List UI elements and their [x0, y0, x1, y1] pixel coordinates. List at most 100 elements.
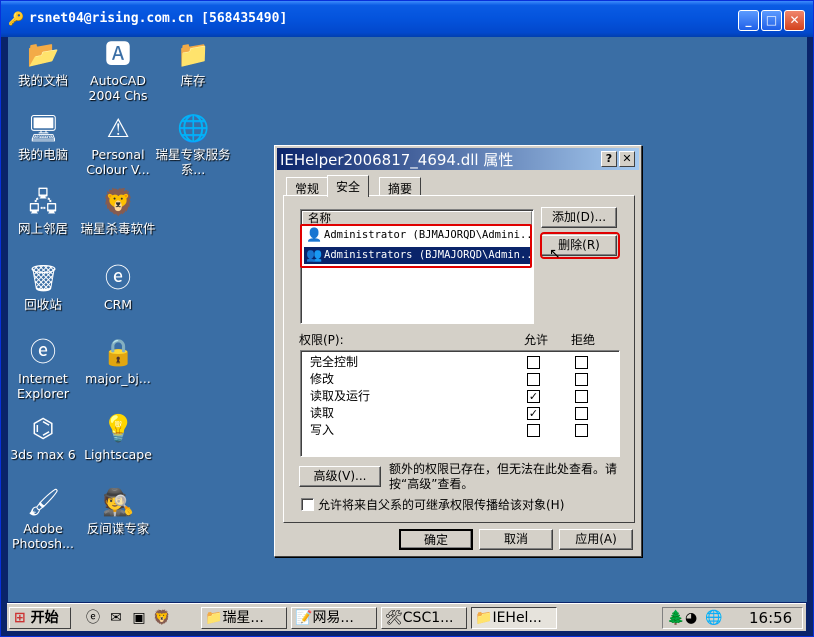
- permission-allow-checkbox[interactable]: [527, 356, 540, 369]
- outlook-icon[interactable]: ✉: [106, 608, 126, 628]
- advanced-button[interactable]: 高级(V)...: [299, 466, 381, 487]
- desktop-icon-label: CRM: [103, 297, 133, 312]
- desktop-icon-label: 瑞星专家服务系...: [155, 147, 231, 177]
- permission-allow-checkbox[interactable]: ✓: [527, 407, 540, 420]
- tab-general[interactable]: 常规: [286, 177, 329, 196]
- lightscape-icon: 💡: [102, 414, 135, 444]
- permission-row-label: 修改: [310, 372, 335, 386]
- taskbar: ⊞ 开始 ⓔ ✉ ▣ 🦁 📁瑞星... 📝网易... 🛠CSC1... 📁IEH…: [7, 603, 806, 631]
- permission-allow-checkbox[interactable]: ✓: [527, 390, 540, 403]
- colour-icon: ⚠: [106, 114, 130, 144]
- expert-icon: 🌐: [177, 114, 210, 144]
- ie-icon: ⓔ: [104, 264, 131, 294]
- recycle-bin-icon: 🗑: [27, 264, 61, 294]
- desktop-icon-label: 我的文档: [17, 73, 68, 88]
- desktop-icon-label: Internet Explorer: [16, 371, 70, 401]
- document-icon: 📝: [295, 610, 313, 626]
- desktop-icon[interactable]: ▣: [129, 608, 149, 628]
- tab-security[interactable]: 安全: [327, 175, 370, 197]
- desktop-icon-label: 反间谍专家: [86, 521, 150, 536]
- advanced-note: 额外的权限已存在，但无法在此处查看。请按“高级”查看。: [389, 462, 618, 491]
- desktop-icon-label: 回收站: [24, 297, 62, 312]
- folder-docs-icon: 📂: [27, 40, 60, 70]
- folder-icon: 📁: [475, 610, 493, 626]
- permission-row-label: 写入: [310, 423, 335, 437]
- color-tray-icon[interactable]: ◕: [685, 610, 697, 626]
- selection-highlight-box: [300, 224, 532, 268]
- permission-row-label: 完全控制: [310, 355, 359, 369]
- apply-button[interactable]: 应用(A): [559, 529, 633, 550]
- dialog-titlebar[interactable]: IEHelper2006817_4694.dll 属性 ? ✕: [277, 148, 639, 170]
- start-button[interactable]: ⊞ 开始: [9, 607, 71, 629]
- network-tray-icon[interactable]: 🌲: [667, 610, 684, 626]
- folder-icon: 📁: [205, 610, 223, 626]
- inherit-permissions-checkbox[interactable]: [301, 498, 314, 511]
- app-icon: 🛠: [385, 610, 403, 626]
- dialog-close-button[interactable]: ✕: [619, 151, 635, 167]
- desktop-icon-photoshop[interactable]: 🖌 Adobe Photosh...: [8, 487, 81, 551]
- desktop-icon-rising-av[interactable]: 🦁 瑞星杀毒软件: [80, 187, 156, 236]
- key-icon: 🔑: [8, 12, 25, 27]
- computer-icon: 🖥: [27, 114, 61, 144]
- clock: 16:56: [749, 609, 793, 627]
- desktop-icon-lightscape[interactable]: 💡 Lightscape: [80, 413, 156, 462]
- folder-icon: 📁: [177, 40, 210, 70]
- desktop-icon-my-computer[interactable]: 🖥 我的电脑: [8, 113, 81, 162]
- desktop-icon-label: 库存: [180, 73, 206, 88]
- desktop-icon-label: Adobe Photosh...: [11, 521, 74, 551]
- desktop-icon-anti-spyware[interactable]: 🕵 反间谍专家: [80, 487, 156, 536]
- help-button[interactable]: ?: [601, 151, 617, 167]
- permission-deny-checkbox[interactable]: [575, 424, 588, 437]
- anti-spy-icon: 🕵: [102, 488, 135, 518]
- permission-deny-checkbox[interactable]: [575, 407, 588, 420]
- permission-allow-checkbox[interactable]: [527, 373, 540, 386]
- permissions-label: 权限(P):: [299, 333, 344, 347]
- close-button[interactable]: ✕: [784, 10, 805, 31]
- desktop-icon-label: major_bj...: [85, 371, 151, 386]
- desktop-icon-major-bj[interactable]: 🔒 major_bj...: [80, 337, 156, 386]
- desktop-icon-crm[interactable]: ⓔ CRM: [80, 263, 156, 312]
- desktop-icon-recycle-bin[interactable]: 🗑 回收站: [8, 263, 81, 312]
- desktop-icon-ie[interactable]: ⓔ Internet Explorer: [8, 337, 81, 401]
- network-icon: 🖧: [28, 188, 58, 218]
- inherit-permissions-label[interactable]: 允许将来自父系的可继承权限传播给该对象(H): [318, 496, 564, 513]
- desktop-icon-rising-expert[interactable]: 🌐 瑞星专家服务系...: [155, 113, 231, 177]
- deny-column-label: 拒绝: [571, 333, 596, 347]
- desktop-icon-inventory[interactable]: 📁 库存: [155, 39, 231, 88]
- desktop-icon-label: 网上邻居: [17, 221, 68, 236]
- desktop-icon-personal-colour[interactable]: ⚠ Personal Colour V...: [80, 113, 156, 177]
- desktop-icon-autocad[interactable]: 🅰 AutoCAD 2004 Chs: [80, 39, 156, 103]
- permission-deny-checkbox[interactable]: [575, 390, 588, 403]
- lion-icon: 🦁: [102, 188, 135, 218]
- desktop-icon-label: Lightscape: [84, 447, 152, 462]
- desktop-icon-my-documents[interactable]: 📂 我的文档: [8, 39, 81, 88]
- permission-deny-checkbox[interactable]: [575, 356, 588, 369]
- globe-tray-icon[interactable]: 🌐: [705, 610, 722, 626]
- properties-dialog: IEHelper2006817_4694.dll 属性 ? ✕ 常规 安全 摘要…: [274, 145, 642, 557]
- minimize-button[interactable]: _: [738, 10, 759, 31]
- lion-icon[interactable]: 🦁: [152, 608, 172, 628]
- permission-deny-checkbox[interactable]: [575, 373, 588, 386]
- add-button[interactable]: 添加(D)...: [541, 207, 617, 228]
- ie-icon[interactable]: ⓔ: [83, 608, 103, 628]
- tab-summary[interactable]: 摘要: [379, 177, 422, 196]
- task-netease[interactable]: 📝网易...: [291, 607, 377, 629]
- photoshop-icon: 🖌: [27, 488, 61, 518]
- task-rising[interactable]: 📁瑞星...: [201, 607, 287, 629]
- desktop-icon-network[interactable]: 🖧 网上邻居: [8, 187, 81, 236]
- task-csc[interactable]: 🛠CSC1...: [381, 607, 467, 629]
- cancel-button[interactable]: 取消: [479, 529, 553, 550]
- allow-column-label: 允许: [524, 333, 549, 347]
- permission-row-label: 读取及运行: [310, 389, 371, 403]
- task-iehelper[interactable]: 📁IEHel...: [471, 607, 557, 629]
- permission-allow-checkbox[interactable]: [527, 424, 540, 437]
- desktop-icon-label: 我的电脑: [17, 147, 68, 162]
- network-drive-icon: 🔒: [102, 338, 135, 368]
- maximize-button[interactable]: □: [761, 10, 782, 31]
- windows-logo-icon: ⊞: [14, 610, 26, 626]
- desktop-icon-3dsmax[interactable]: ⌬ 3ds max 6: [8, 413, 81, 462]
- autocad-icon: 🅰: [104, 40, 131, 70]
- remote-window-titlebar[interactable]: 🔑 rsnet04@rising.com.cn [568435490] _ □ …: [1, 1, 813, 37]
- mouse-cursor-icon: ↖: [549, 246, 561, 262]
- ok-button[interactable]: 确定: [399, 529, 473, 550]
